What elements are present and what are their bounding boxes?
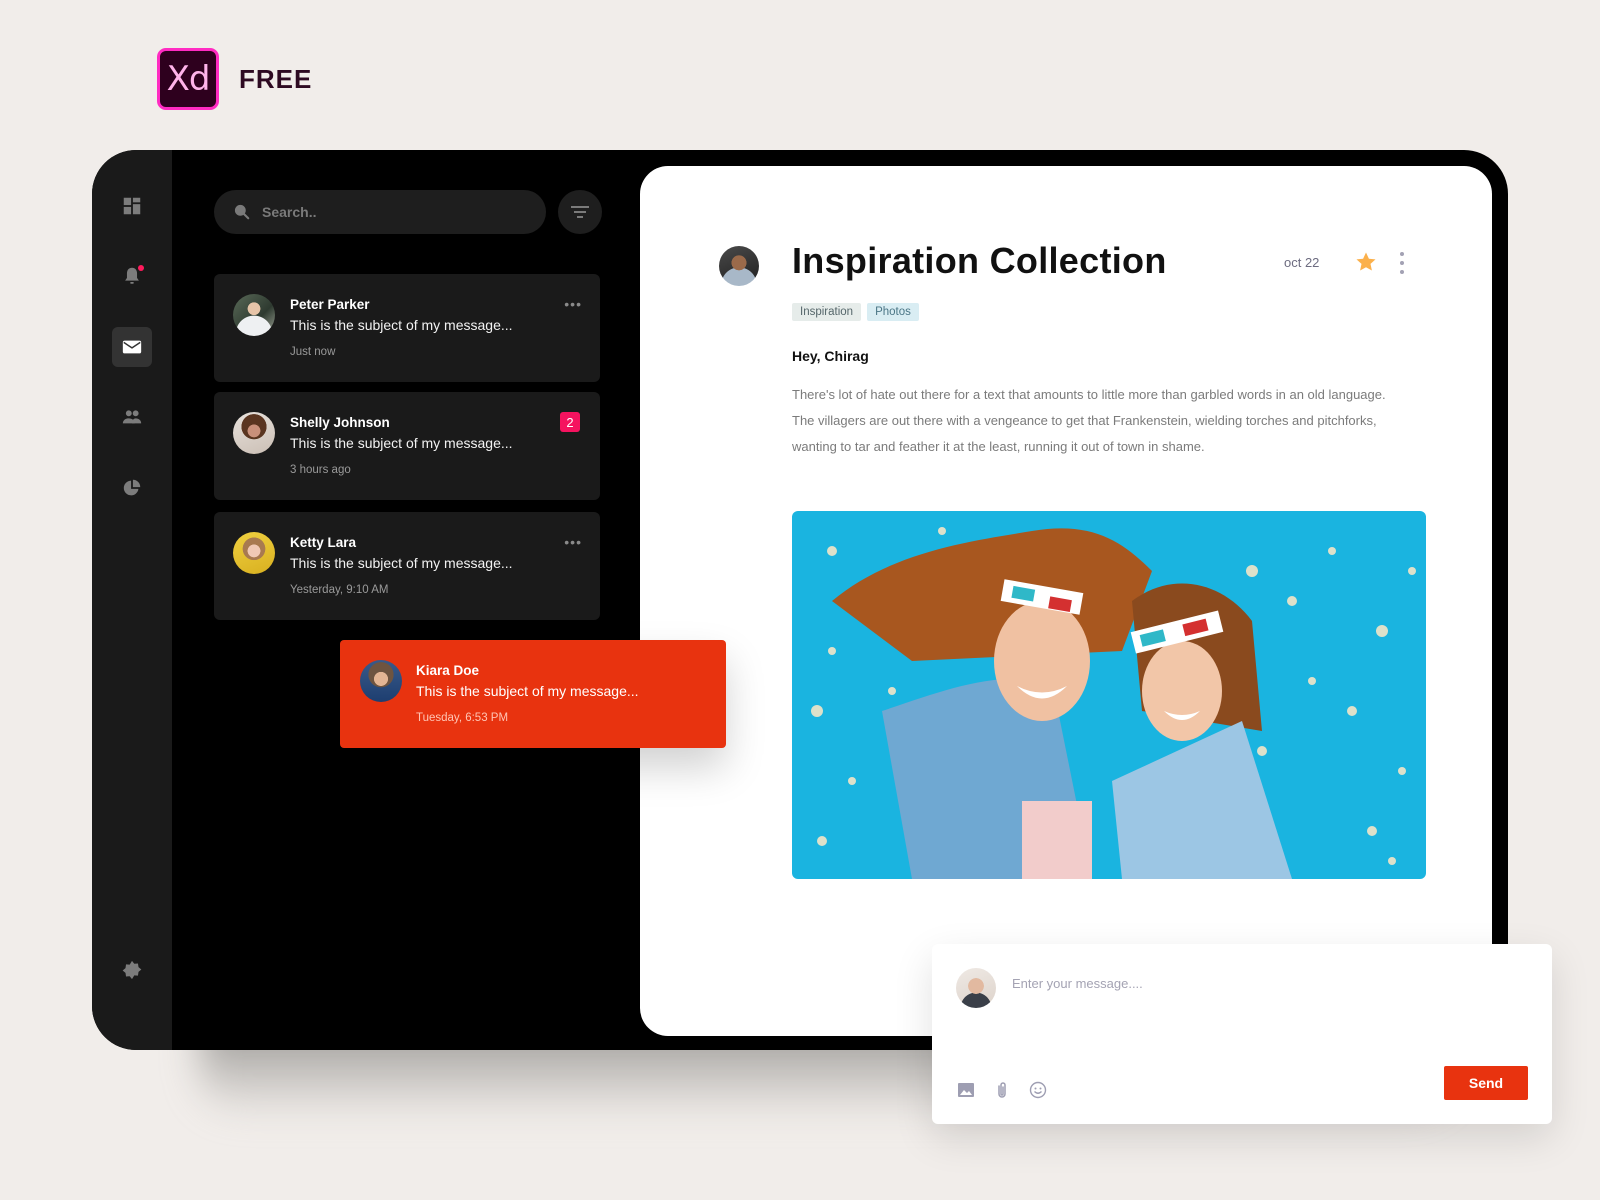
search-input[interactable]	[262, 204, 522, 220]
avatar-shelly-johnson	[233, 412, 275, 454]
gear-icon	[122, 960, 142, 980]
tag-photos[interactable]: Photos	[867, 303, 919, 321]
image-icon[interactable]	[956, 1080, 976, 1100]
tag-list: Inspiration Photos	[792, 303, 919, 321]
author-avatar	[719, 246, 759, 286]
message-subject: This is the subject of my message...	[416, 683, 639, 699]
message-time: Yesterday, 9:10 AM	[290, 584, 389, 596]
brand-header: Xd FREE	[157, 48, 312, 110]
search-bar	[214, 190, 546, 234]
search-icon	[234, 204, 250, 220]
pie-chart-icon	[123, 479, 141, 496]
message-input[interactable]	[1012, 976, 1512, 1036]
current-user-avatar	[956, 968, 996, 1008]
sidebar-rail	[92, 150, 172, 1050]
star-icon[interactable]	[1354, 250, 1378, 274]
filter-icon	[571, 206, 589, 218]
sidebar-item-mail[interactable]	[112, 327, 152, 367]
message-body: There's lot of hate out there for a text…	[792, 387, 1386, 454]
sidebar-item-analytics[interactable]	[112, 468, 152, 508]
sidebar-item-contacts[interactable]	[112, 397, 152, 437]
message-composer: Send	[932, 944, 1552, 1124]
message-time: Tuesday, 6:53 PM	[416, 712, 509, 724]
more-options-icon[interactable]: •••	[564, 534, 582, 550]
dashboard-icon	[123, 197, 141, 215]
sidebar-item-dashboard[interactable]	[112, 186, 152, 226]
adobe-xd-logo: Xd	[157, 48, 219, 110]
emoji-icon[interactable]	[1028, 1080, 1048, 1100]
message-subject: This is the subject of my message...	[290, 435, 513, 451]
notification-dot	[138, 265, 144, 271]
message-list-item[interactable]: Peter Parker This is the subject of my m…	[214, 274, 600, 382]
unread-count-badge: 2	[560, 412, 580, 432]
more-options-icon[interactable]	[1398, 252, 1406, 274]
mail-icon	[122, 340, 142, 354]
app-frame: Peter Parker This is the subject of my m…	[92, 150, 1508, 1050]
tag-inspiration[interactable]: Inspiration	[792, 303, 862, 321]
message-time: Just now	[290, 346, 336, 358]
attachment-icon[interactable]	[992, 1080, 1012, 1100]
filter-button[interactable]	[558, 190, 602, 234]
message-list-item[interactable]: Ketty Lara This is the subject of my mes…	[214, 512, 600, 620]
message-title: Inspiration Collection	[792, 240, 1167, 281]
free-label: FREE	[239, 63, 313, 94]
avatar-ketty-lara	[233, 532, 275, 574]
message-subject: This is the subject of my message...	[290, 555, 513, 571]
message-date: oct 22	[1284, 255, 1320, 270]
message-detail-panel: Inspiration Collection oct 22 Inspiratio…	[640, 166, 1492, 1036]
message-greeting: Hey, Chirag	[792, 348, 869, 364]
sender-name: Shelly Johnson	[290, 415, 390, 430]
message-attachment-image[interactable]	[792, 511, 1426, 879]
message-list-item[interactable]: Shelly Johnson This is the subject of my…	[214, 392, 600, 500]
sender-name: Ketty Lara	[290, 535, 357, 550]
sidebar-item-notifications[interactable]	[112, 256, 152, 296]
message-time: 3 hours ago	[290, 464, 351, 476]
sender-name: Kiara Doe	[416, 663, 480, 678]
avatar-kiara-doe	[360, 660, 402, 702]
avatar-peter-parker	[233, 294, 275, 336]
message-subject: This is the subject of my message...	[290, 317, 513, 333]
more-options-icon[interactable]: •••	[564, 296, 582, 312]
send-button[interactable]: Send	[1444, 1066, 1528, 1100]
active-message-card[interactable]: Kiara Doe This is the subject of my mess…	[340, 640, 726, 748]
sidebar-item-settings[interactable]	[112, 950, 152, 990]
users-icon	[122, 410, 142, 424]
sender-name: Peter Parker	[290, 297, 370, 312]
